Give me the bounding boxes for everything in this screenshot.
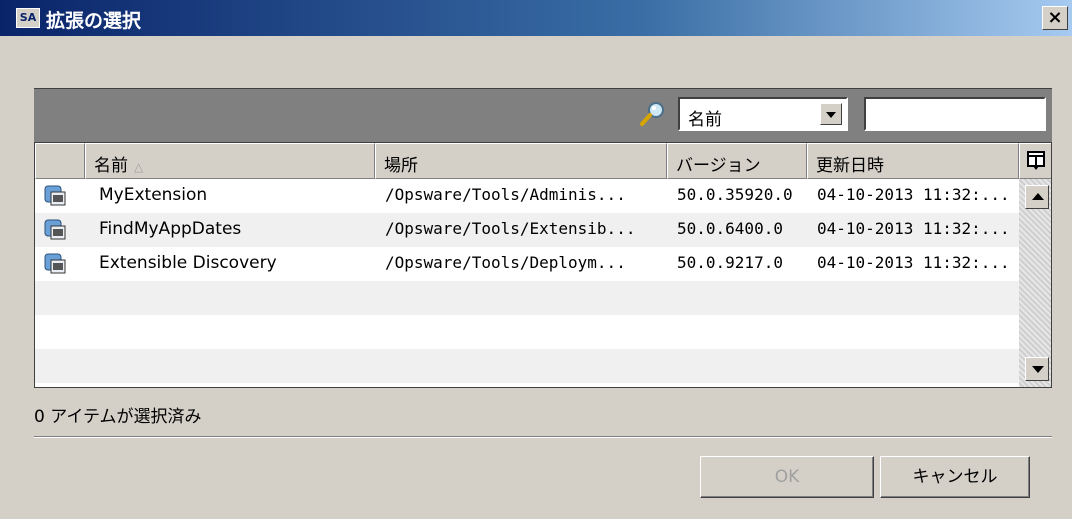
column-header-location[interactable]: 場所 bbox=[375, 143, 667, 179]
close-button[interactable]: × bbox=[1042, 6, 1068, 30]
table-header: 名前 △ 場所 バージョン 更新日時 bbox=[35, 143, 1051, 179]
extension-icon bbox=[44, 253, 66, 274]
column-chooser-icon[interactable] bbox=[1019, 143, 1051, 179]
selection-status: 0 アイテムが選択済み bbox=[34, 407, 202, 427]
empty-row bbox=[35, 315, 1019, 349]
filter-bar: 名前 bbox=[34, 88, 1052, 142]
search-icon[interactable] bbox=[638, 99, 668, 129]
vertical-scrollbar[interactable] bbox=[1019, 179, 1051, 387]
cancel-button[interactable]: キャンセル bbox=[880, 456, 1030, 498]
sort-asc-icon: △ bbox=[134, 160, 144, 174]
empty-row bbox=[35, 281, 1019, 315]
cell-location: /Opsware/Tools/Deploym... bbox=[385, 253, 626, 272]
ok-button[interactable]: OK bbox=[700, 456, 874, 498]
icon-column-header bbox=[35, 143, 85, 179]
extension-icon bbox=[44, 219, 66, 240]
app-icon: SA bbox=[16, 8, 40, 28]
cell-updated: 04-10-2013 11:32:... bbox=[817, 253, 1010, 272]
cell-location: /Opsware/Tools/Adminis... bbox=[385, 185, 626, 204]
extension-icon bbox=[44, 185, 66, 206]
cell-name: FindMyAppDates bbox=[99, 219, 242, 239]
search-input[interactable] bbox=[864, 97, 1046, 131]
filter-field-select[interactable]: 名前 bbox=[678, 97, 848, 131]
table-row[interactable]: MyExtension /Opsware/Tools/Adminis... 50… bbox=[35, 179, 1019, 213]
column-header-name-label: 名前 bbox=[94, 156, 128, 176]
title-bar: SA 拡張の選択 × bbox=[0, 0, 1072, 36]
cell-version: 50.0.9217.0 bbox=[677, 253, 783, 272]
table-row[interactable]: FindMyAppDates /Opsware/Tools/Extensib..… bbox=[35, 213, 1019, 247]
column-header-version[interactable]: バージョン bbox=[667, 143, 807, 179]
column-header-name[interactable]: 名前 △ bbox=[85, 143, 375, 179]
cell-name: Extensible Discovery bbox=[99, 253, 277, 273]
extensions-table: 名前 △ 場所 バージョン 更新日時 MyExtension /Opsware/T… bbox=[34, 142, 1052, 388]
cell-location: /Opsware/Tools/Extensib... bbox=[385, 219, 636, 238]
cell-version: 50.0.6400.0 bbox=[677, 219, 783, 238]
cell-version: 50.0.35920.0 bbox=[677, 185, 793, 204]
filter-field-value: 名前 bbox=[688, 110, 722, 130]
scroll-down-icon[interactable] bbox=[1025, 357, 1049, 381]
empty-row bbox=[35, 349, 1019, 383]
cell-updated: 04-10-2013 11:32:... bbox=[817, 219, 1010, 238]
divider bbox=[34, 436, 1052, 438]
cell-updated: 04-10-2013 11:32:... bbox=[817, 185, 1010, 204]
cell-name: MyExtension bbox=[99, 185, 208, 205]
column-header-updated[interactable]: 更新日時 bbox=[807, 143, 1019, 179]
window-title: 拡張の選択 bbox=[46, 10, 142, 32]
chevron-down-icon[interactable] bbox=[820, 103, 842, 125]
table-row[interactable]: Extensible Discovery /Opsware/Tools/Depl… bbox=[35, 247, 1019, 281]
scroll-up-icon[interactable] bbox=[1025, 185, 1049, 209]
